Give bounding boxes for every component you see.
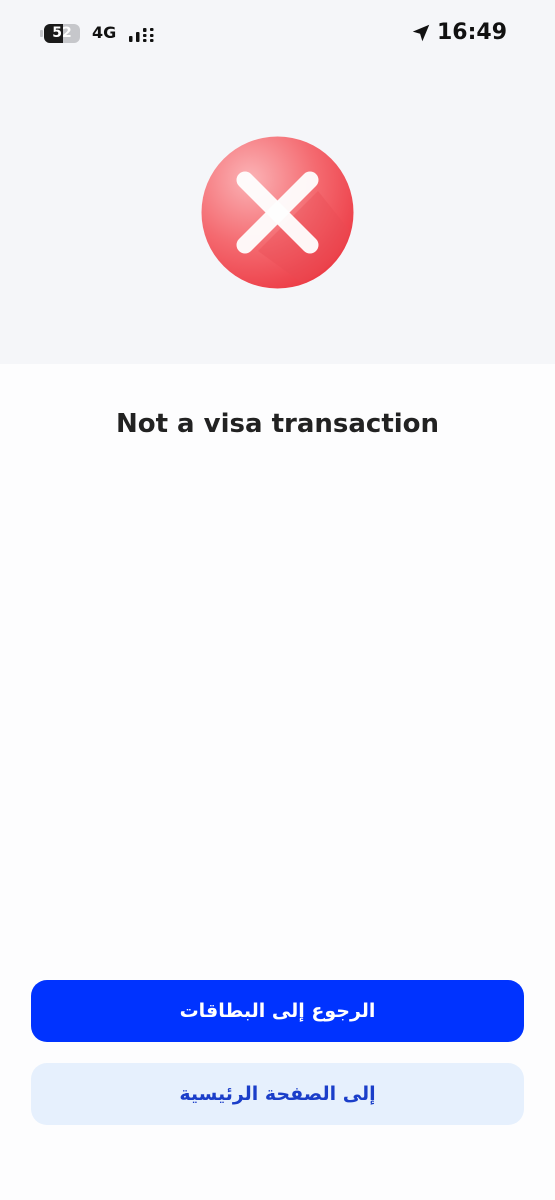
result-message: Not a visa transaction (115, 409, 440, 439)
battery-nub (40, 30, 43, 37)
clock: 16:49 (436, 20, 507, 45)
back-to-cards-button[interactable]: الرجوع إلى البطاقات (31, 980, 524, 1042)
signal-strength-icon (129, 28, 154, 42)
status-bar: 52 4G 16:49 (0, 0, 555, 64)
error-x-icon (201, 136, 354, 289)
battery-shell: 52 (44, 24, 80, 43)
go-home-button[interactable]: إلى الصفحة الرئيسية (31, 1063, 524, 1125)
network-type: 4G (92, 23, 117, 42)
battery-level: 52 (52, 25, 72, 41)
battery-indicator: 52 (40, 24, 82, 43)
result-hero (0, 64, 555, 364)
location-arrow-icon (412, 24, 430, 42)
